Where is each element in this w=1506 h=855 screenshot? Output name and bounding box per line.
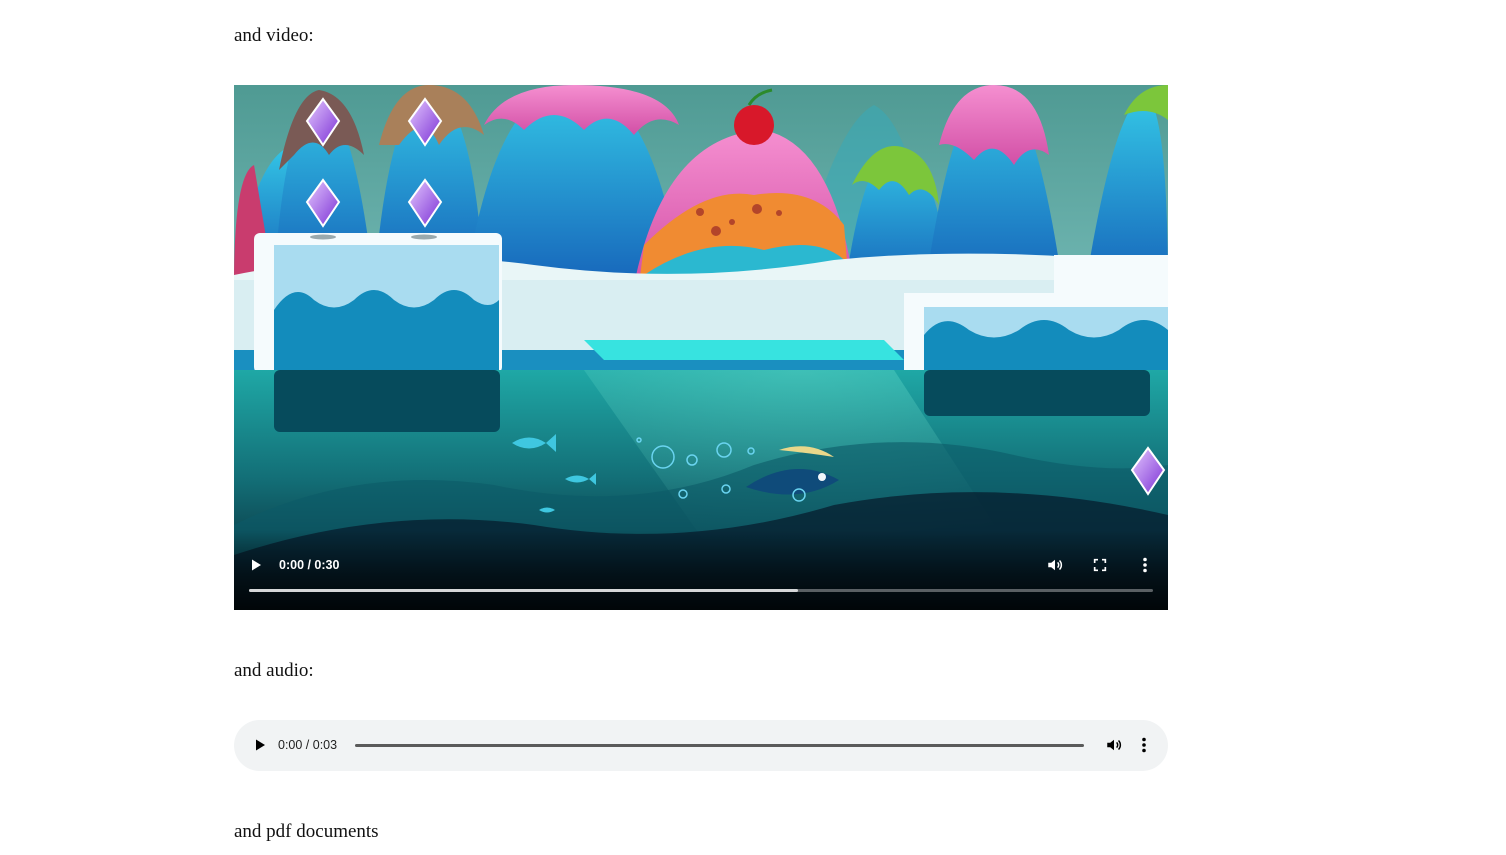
fullscreen-icon — [1093, 558, 1107, 572]
play-icon — [252, 559, 261, 571]
audio-play-button[interactable] — [246, 731, 274, 759]
audio-time-display: 0:00 / 0:03 — [278, 738, 338, 752]
play-icon — [256, 739, 265, 751]
video-fullscreen-button[interactable] — [1086, 551, 1114, 579]
audio-player[interactable]: 0:00 / 0:03 — [234, 720, 1168, 771]
more-options-icon — [1143, 557, 1147, 573]
pdf-caption: and pdf documents — [234, 821, 379, 842]
volume-icon — [1048, 559, 1063, 571]
audio-caption: and audio: — [234, 660, 314, 681]
video-mute-button[interactable] — [1041, 551, 1069, 579]
video-caption: and video: — [234, 25, 314, 46]
video-play-button[interactable] — [242, 551, 270, 579]
video-progress-bar[interactable] — [249, 589, 1153, 592]
video-more-options-button[interactable] — [1131, 551, 1159, 579]
video-controls-bar: 0:00 / 0:30 — [234, 530, 1168, 610]
audio-progress-bar[interactable] — [355, 744, 1084, 747]
more-options-icon — [1142, 737, 1146, 753]
video-buffered-range — [249, 589, 798, 592]
volume-icon — [1107, 739, 1122, 751]
audio-more-options-button[interactable] — [1130, 731, 1158, 759]
audio-mute-button[interactable] — [1100, 731, 1128, 759]
video-player[interactable]: 0:00 / 0:30 — [234, 85, 1168, 610]
video-time-display: 0:00 / 0:30 — [279, 558, 340, 572]
